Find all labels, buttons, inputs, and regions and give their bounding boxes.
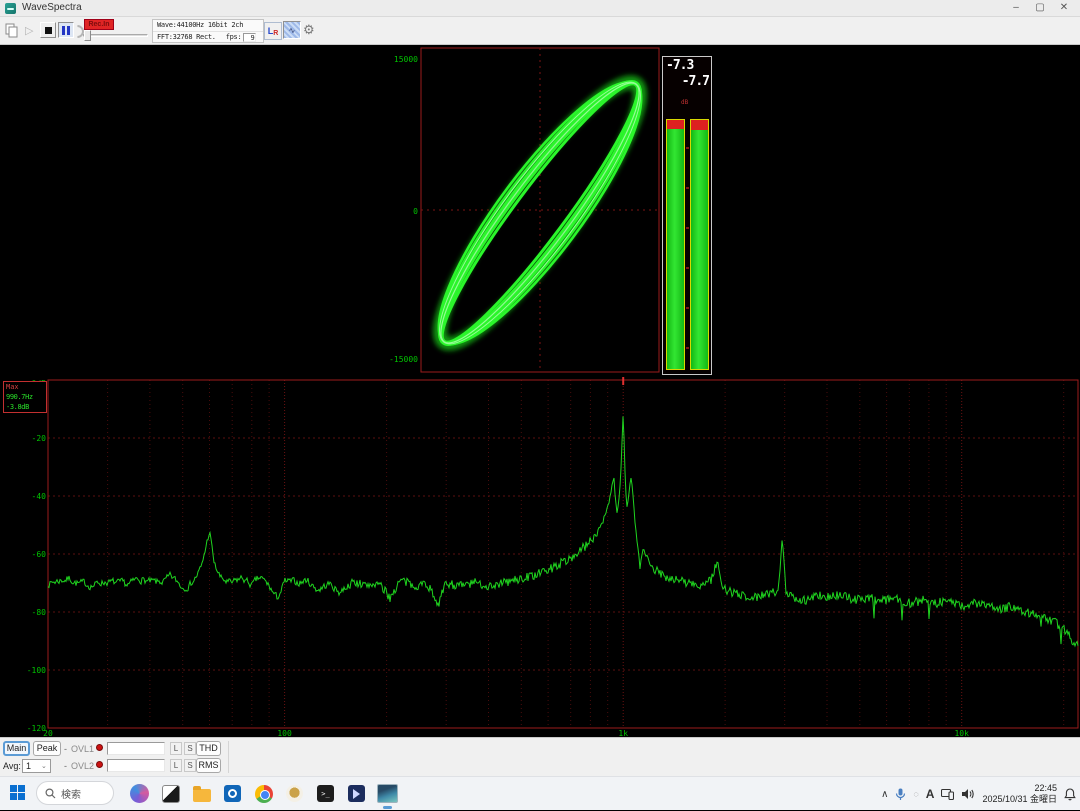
clock-date: 2025/10/31 金曜日: [982, 794, 1057, 805]
stop-button[interactable]: [40, 22, 56, 38]
scope-label-bottom: -15000: [389, 355, 418, 364]
meter-scale-ticks: [686, 119, 689, 370]
input-level-slider-track[interactable]: [83, 34, 148, 37]
tray-chevron-up-icon[interactable]: ∧: [881, 789, 888, 800]
chevron-down-icon: ⌄: [41, 762, 50, 770]
display-mode-button[interactable]: ∿: [283, 21, 301, 39]
thd-button[interactable]: THD: [196, 741, 221, 756]
dash-separator: -: [64, 744, 67, 754]
gold-app-icon[interactable]: [281, 780, 308, 807]
meter-bar-right: [690, 119, 709, 370]
file-explorer-icon[interactable]: [188, 780, 215, 807]
main-tab-button[interactable]: Main: [3, 741, 30, 756]
ovl1-led: [96, 744, 103, 751]
scope-label-mid: 0: [413, 207, 418, 216]
search-icon: [45, 788, 56, 799]
scope-label-top: 15000: [394, 55, 418, 64]
stop-icon: [45, 27, 52, 34]
l-button-1[interactable]: L: [170, 742, 182, 755]
ovl1-display-field[interactable]: [107, 742, 165, 755]
dash-separator-2: -: [64, 761, 67, 771]
l-button-2[interactable]: L: [170, 759, 182, 772]
search-placeholder: 検索: [61, 786, 81, 801]
avg-select[interactable]: 1 ⌄: [22, 759, 51, 773]
svg-text:-80: -80: [32, 608, 47, 617]
svg-text:20: 20: [43, 729, 53, 737]
speaker-icon[interactable]: [961, 788, 975, 800]
svg-text:-40: -40: [32, 492, 47, 501]
bw-app-icon[interactable]: [157, 780, 184, 807]
controlbar-divider: [228, 741, 229, 773]
ovl2-label: OVL2: [71, 761, 94, 771]
clock-time: 22:45: [982, 783, 1057, 794]
max-peak-frequency: 990.7Hz: [6, 392, 46, 402]
lr-channel-button[interactable]: L R: [264, 22, 282, 40]
tray-app-icon[interactable]: ◌: [913, 789, 918, 799]
ovl1-label: OVL1: [71, 744, 94, 754]
meter-unit-label: dB: [681, 99, 688, 106]
maximize-button[interactable]: ▢: [1028, 0, 1052, 16]
wavespectra-taskbar-icon[interactable]: [374, 780, 401, 807]
meter-bar-left: [666, 119, 685, 370]
svg-text:1k: 1k: [618, 729, 628, 737]
svg-text:-60: -60: [32, 550, 47, 559]
lissajous-scope: 15000 0 -15000: [0, 45, 1080, 377]
start-button[interactable]: [10, 785, 25, 800]
taskbar-search-box[interactable]: 検索: [36, 781, 114, 805]
input-level-slider-thumb[interactable]: [84, 30, 91, 41]
terminal-app-icon[interactable]: >_: [312, 780, 339, 807]
avg-label: Avg:: [3, 761, 21, 771]
rec-input-badge: Rec.In: [84, 19, 114, 30]
fft-format-text: FFT:32768 Rect.: [157, 32, 216, 43]
ovl2-led: [96, 761, 103, 768]
svg-text:100: 100: [277, 729, 292, 737]
display-device-icon[interactable]: [941, 788, 954, 800]
toolbar: ▷ Rec.In Wave:44100Hz 16bit 2ch FFT:3276…: [0, 17, 1080, 45]
lissajous-ellipse: [410, 59, 669, 368]
active-app-indicator: [383, 806, 392, 809]
fps-value: 9: [243, 33, 256, 42]
copilot-icon[interactable]: [126, 780, 153, 807]
svg-text:10k: 10k: [954, 729, 969, 737]
wavespectra-logo-icon: [5, 3, 16, 14]
bottom-control-bar: Main Peak - OVL1 L S THD Avg: 1 ⌄ - OVL2…: [0, 737, 1080, 776]
display-mode-icon: ∿: [289, 26, 296, 35]
s-button-1[interactable]: S: [184, 742, 196, 755]
avg-value: 1: [23, 761, 41, 771]
max-peak-level: -3.8dB: [6, 402, 46, 412]
windows-taskbar: 検索 >_ ∧: [0, 776, 1080, 810]
outlook-icon[interactable]: [219, 780, 246, 807]
pause-icon: [62, 26, 70, 35]
svg-text:-20: -20: [32, 434, 47, 443]
media-app-icon[interactable]: [343, 780, 370, 807]
notification-bell-icon[interactable]: [1064, 788, 1076, 801]
level-meter-panel: -7.3 -7.7 dB: [662, 56, 712, 375]
ime-indicator[interactable]: A: [926, 787, 935, 801]
microphone-icon[interactable]: [895, 788, 906, 801]
meter-value-left: -7.3: [666, 58, 693, 73]
svg-text:-100: -100: [27, 666, 46, 675]
window-title: WaveSpectra: [22, 2, 82, 13]
max-peak-info-box: Max 990.7Hz -3.8dB: [3, 381, 47, 413]
ovl2-display-field[interactable]: [107, 759, 165, 772]
chrome-icon[interactable]: [250, 780, 277, 807]
meter-value-right: -7.7: [682, 74, 709, 89]
spectrum-plot: 0dB-20-40-60-80-100-120201001k10k: [0, 377, 1080, 737]
wave-format-text: Wave:44100Hz 16bit 2ch: [153, 20, 263, 32]
title-bar: WaveSpectra – ▢ ✕: [0, 0, 1080, 17]
max-box-title: Max: [6, 382, 46, 392]
settings-wrench-icon[interactable]: ⚙: [303, 22, 315, 38]
fps-label: fps:: [226, 32, 242, 43]
play-icon[interactable]: ▷: [25, 24, 33, 37]
minimize-button[interactable]: –: [1004, 0, 1028, 16]
lissajous-scope-area: 15000 0 -15000 -7.3 -7.7 dB: [0, 45, 1080, 377]
s-button-2[interactable]: S: [184, 759, 196, 772]
close-button[interactable]: ✕: [1052, 0, 1076, 16]
format-info-panel: Wave:44100Hz 16bit 2ch FFT:32768 Rect. f…: [152, 19, 264, 43]
spectrum-analyzer-area: 0dB-20-40-60-80-100-120201001k10k Max 99…: [0, 377, 1080, 737]
peak-button[interactable]: Peak: [33, 741, 61, 756]
taskbar-clock[interactable]: 22:45 2025/10/31 金曜日: [982, 783, 1057, 805]
rms-button[interactable]: RMS: [196, 758, 221, 773]
open-file-icon[interactable]: [4, 23, 19, 38]
